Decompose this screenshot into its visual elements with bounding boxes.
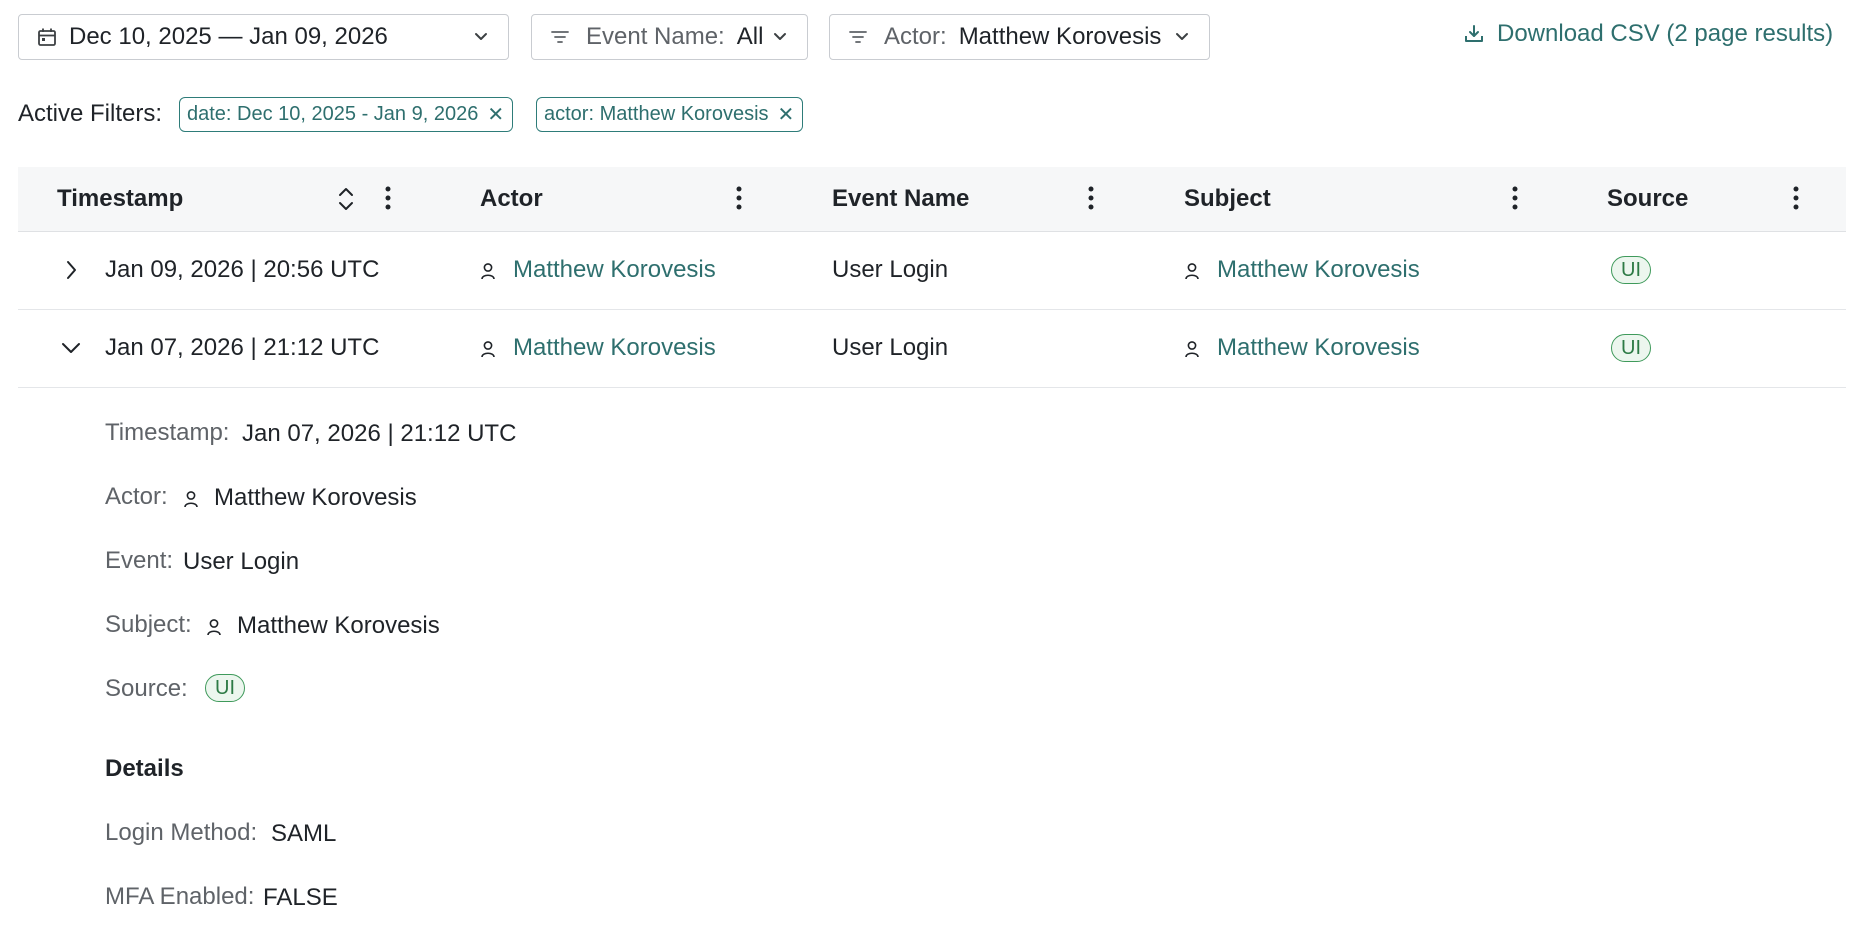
table-row[interactable]: Jan 09, 2026 | 20:56 UTC Matthew Koroves… bbox=[18, 232, 1846, 310]
column-menu-icon[interactable] bbox=[385, 185, 391, 211]
download-csv-label: Download CSV (2 page results) bbox=[1497, 20, 1834, 47]
chevron-down-icon[interactable] bbox=[60, 340, 82, 356]
column-menu-icon[interactable] bbox=[1793, 185, 1799, 211]
subject-link[interactable]: Matthew Korovesis bbox=[1217, 256, 1420, 284]
filter-icon bbox=[849, 31, 867, 43]
column-header-timestamp[interactable]: Timestamp bbox=[57, 185, 183, 213]
detail-actor-label: Actor: bbox=[105, 483, 168, 510]
filter-chip-actor-label: actor: Matthew Korovesis bbox=[544, 103, 769, 125]
event-name-filter-value: All bbox=[736, 23, 764, 50]
timestamp-cell: Jan 07, 2026 | 21:12 UTC bbox=[105, 334, 380, 361]
actor-link[interactable]: Matthew Korovesis bbox=[513, 334, 716, 362]
column-menu-icon[interactable] bbox=[1512, 185, 1518, 211]
filter-icon bbox=[551, 31, 569, 43]
source-badge: UI bbox=[1611, 256, 1651, 284]
date-range-dropdown[interactable]: Dec 10, 2025 — Jan 09, 2026 bbox=[18, 14, 509, 60]
event-name-filter-dropdown[interactable]: Event Name: All bbox=[531, 14, 808, 60]
actor-link[interactable]: Matthew Korovesis bbox=[513, 256, 716, 284]
download-csv-link[interactable]: Download CSV (2 page results) bbox=[1463, 20, 1833, 48]
source-badge: UI bbox=[205, 674, 245, 702]
event-name-cell: User Login bbox=[832, 256, 949, 283]
detail-source-label: Source: bbox=[105, 675, 188, 702]
event-name-filter-label: Event Name: bbox=[586, 23, 725, 50]
person-icon bbox=[1185, 341, 1199, 358]
column-header-subject[interactable]: Subject bbox=[1184, 185, 1271, 213]
active-filters-label: Active Filters: bbox=[18, 100, 163, 127]
person-icon bbox=[1185, 263, 1199, 280]
mfa-enabled-value: FALSE bbox=[263, 884, 338, 911]
table-row[interactable]: Jan 07, 2026 | 21:12 UTC Matthew Koroves… bbox=[18, 310, 1846, 388]
actor-filter-value: Matthew Korovesis bbox=[958, 23, 1162, 50]
source-badge: UI bbox=[1611, 334, 1651, 362]
column-menu-icon[interactable] bbox=[1088, 185, 1094, 211]
column-header-source[interactable]: Source bbox=[1607, 185, 1688, 213]
chevron-down-icon bbox=[1176, 33, 1188, 40]
login-method-value: SAML bbox=[271, 820, 337, 847]
filter-chip-actor[interactable]: actor: Matthew Korovesis ✕ bbox=[536, 97, 804, 132]
actor-filter-label: Actor: bbox=[884, 23, 947, 50]
detail-event-label: Event: bbox=[105, 547, 174, 574]
sort-icon[interactable] bbox=[336, 185, 356, 213]
date-range-value: Dec 10, 2025 — Jan 09, 2026 bbox=[69, 23, 388, 50]
person-icon bbox=[184, 491, 198, 508]
column-header-event-name[interactable]: Event Name bbox=[832, 185, 969, 213]
download-icon bbox=[1465, 25, 1483, 42]
event-name-cell: User Login bbox=[832, 334, 949, 361]
login-method-label: Login Method: bbox=[105, 819, 258, 846]
detail-subject-link[interactable]: Matthew Korovesis bbox=[237, 612, 440, 640]
subject-link[interactable]: Matthew Korovesis bbox=[1217, 334, 1420, 362]
column-header-actor[interactable]: Actor bbox=[480, 185, 543, 213]
table-header: Timestamp Actor Event Name Subject Sourc… bbox=[18, 167, 1846, 232]
detail-actor-link[interactable]: Matthew Korovesis bbox=[214, 484, 417, 512]
person-icon bbox=[481, 263, 495, 280]
person-icon bbox=[481, 341, 495, 358]
filter-chip-date[interactable]: date: Dec 10, 2025 - Jan 9, 2026 ✕ bbox=[179, 97, 514, 132]
chevron-down-icon bbox=[475, 33, 487, 40]
details-heading: Details bbox=[105, 755, 184, 782]
detail-subject-label: Subject: bbox=[105, 611, 192, 638]
filter-chip-date-label: date: Dec 10, 2025 - Jan 9, 2026 bbox=[187, 103, 479, 125]
chevron-right-icon[interactable] bbox=[63, 259, 79, 281]
actor-filter-dropdown[interactable]: Actor: Matthew Korovesis bbox=[829, 14, 1210, 60]
chevron-down-icon bbox=[774, 33, 786, 40]
detail-event-value: User Login bbox=[183, 548, 300, 575]
column-menu-icon[interactable] bbox=[736, 185, 742, 211]
person-icon bbox=[207, 619, 221, 636]
mfa-enabled-label: MFA Enabled: bbox=[105, 883, 255, 910]
detail-timestamp-label: Timestamp: bbox=[105, 419, 230, 446]
calendar-icon bbox=[38, 28, 56, 46]
close-icon[interactable]: ✕ bbox=[778, 105, 795, 125]
close-icon[interactable]: ✕ bbox=[487, 105, 504, 125]
timestamp-cell: Jan 09, 2026 | 20:56 UTC bbox=[105, 256, 380, 283]
detail-timestamp-value: Jan 07, 2026 | 21:12 UTC bbox=[242, 420, 517, 447]
